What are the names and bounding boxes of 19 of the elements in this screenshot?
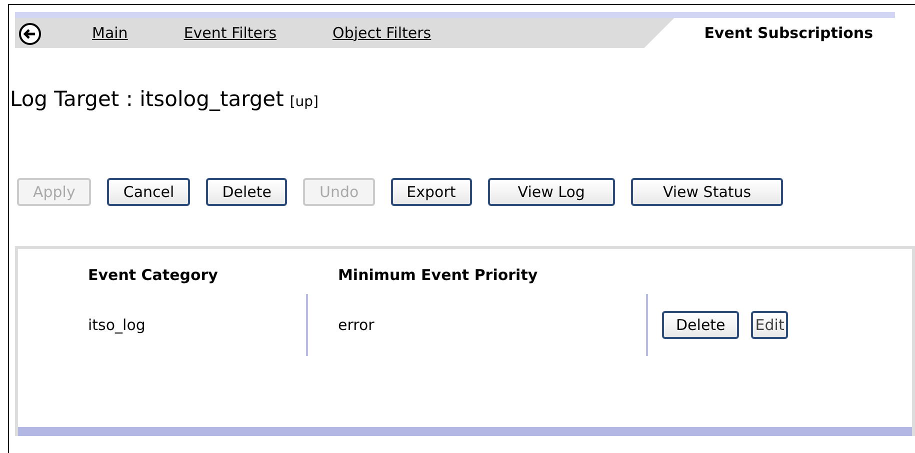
action-button[interactable]: Export: [390, 178, 472, 206]
table-cell-text: itso_log: [88, 314, 146, 336]
row-action-button[interactable]: Edit: [751, 310, 788, 340]
row-action-button[interactable]: Delete: [662, 310, 740, 340]
tab[interactable]: Event Subscriptions: [644, 18, 895, 48]
action-button[interactable]: View Log: [488, 178, 615, 206]
status-text: [up]: [290, 94, 319, 110]
log-target-label: Log Target :: [10, 87, 133, 111]
tab[interactable]: Event Filters: [156, 18, 305, 48]
log-target-name: itsolog_target: [140, 87, 284, 111]
column-header: Event Category: [88, 264, 219, 286]
action-button[interactable]: Cancel: [107, 178, 190, 206]
action-button[interactable]: View Status: [630, 178, 784, 206]
column-header: Minimum Event Priority: [337, 264, 539, 286]
back-icon[interactable]: [18, 21, 42, 45]
tab[interactable]: Main: [64, 18, 156, 48]
action-button[interactable]: Delete: [206, 178, 288, 206]
table-cell: error: [306, 294, 646, 356]
tab[interactable]: Object Filters: [304, 18, 460, 48]
